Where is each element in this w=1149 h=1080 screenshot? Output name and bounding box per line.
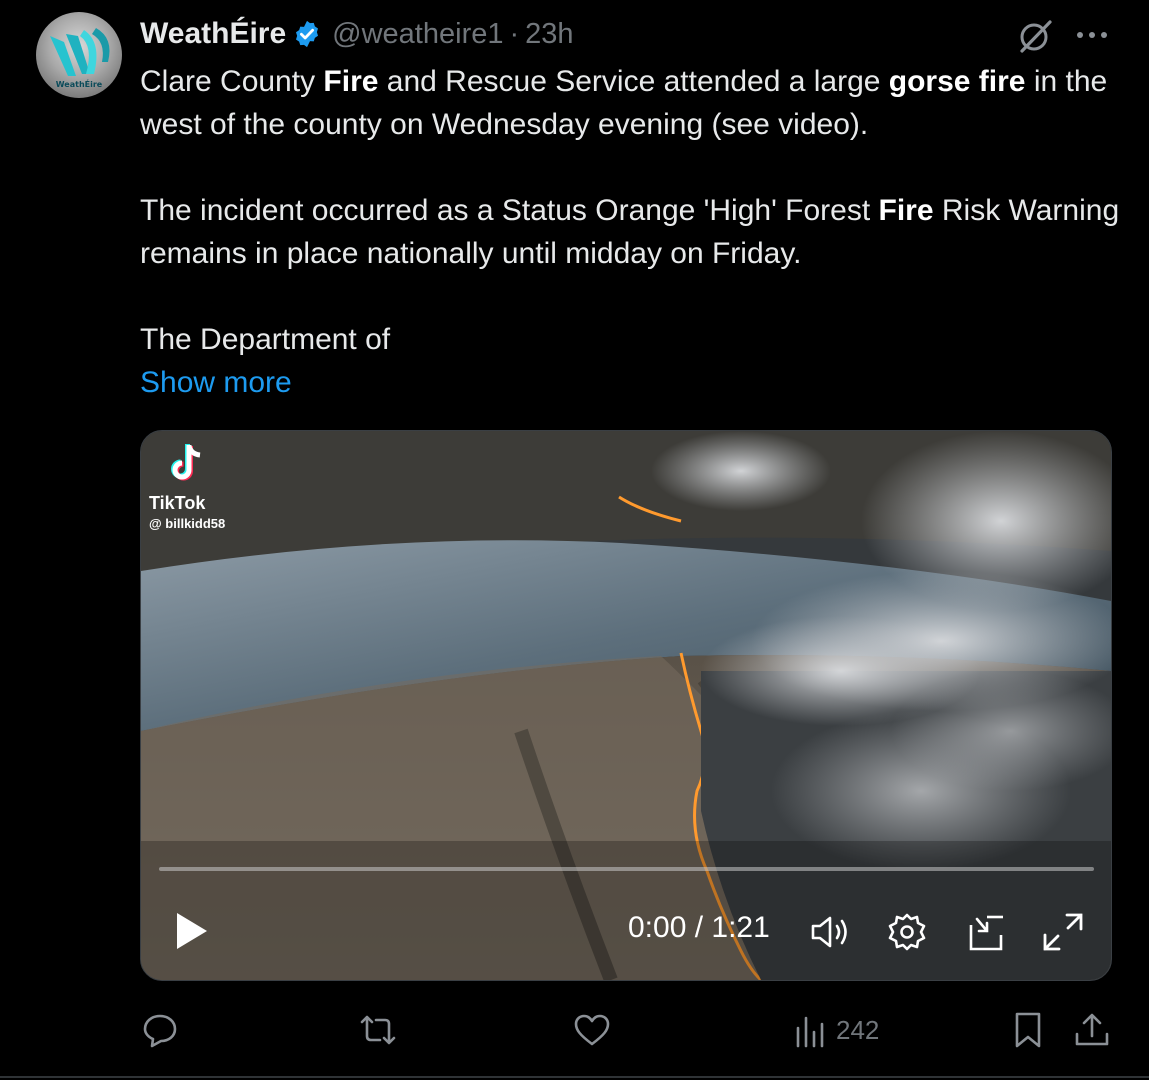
post-divider xyxy=(0,1076,1149,1078)
text-run: and Rescue Service attended a large xyxy=(378,65,889,98)
post-paragraph-1: Clare County Fire and Rescue Service att… xyxy=(140,60,1120,146)
separator: · xyxy=(509,17,520,50)
fullscreen-icon[interactable] xyxy=(1041,911,1085,953)
views-count: 242 xyxy=(836,1014,880,1045)
views-icon xyxy=(796,1016,824,1048)
retweet-icon[interactable] xyxy=(356,1010,400,1050)
text-run: The incident occurred as a Status Orange… xyxy=(140,194,879,227)
avatar-logo-text: WeathÉire xyxy=(55,80,103,89)
tiktok-brand: TikTok xyxy=(149,493,206,513)
video-frame xyxy=(141,431,1111,980)
video-progress-bar[interactable] xyxy=(159,867,1094,871)
post-header: WeathÉire @weatheire1 · 23h xyxy=(140,14,574,54)
video-player[interactable]: TikTok @ billkidd58 0:00 / 1:21 xyxy=(140,430,1112,981)
bookmark-icon[interactable] xyxy=(1008,1010,1048,1050)
like-icon[interactable] xyxy=(572,1010,612,1050)
avatar[interactable]: WeathÉire xyxy=(36,12,122,98)
highlight-term: gorse fire xyxy=(888,65,1026,98)
more-icon[interactable] xyxy=(1072,22,1112,48)
text-run: Clare County xyxy=(140,65,324,98)
highlight-term: Fire xyxy=(323,65,379,98)
post-paragraph-3: The Department of xyxy=(140,323,391,356)
share-icon[interactable] xyxy=(1072,1010,1112,1050)
author-display-name[interactable]: WeathÉire xyxy=(140,17,286,51)
tiktok-logo-icon xyxy=(171,444,201,481)
post-time[interactable]: 23h xyxy=(525,18,573,51)
verified-icon xyxy=(296,20,319,48)
author-handle[interactable]: @weatheire1 xyxy=(332,18,503,51)
video-timecode: 0:00 / 1:21 xyxy=(628,911,770,944)
post-paragraph-2: The incident occurred as a Status Orange… xyxy=(140,189,1120,275)
settings-icon[interactable] xyxy=(887,912,927,952)
pip-icon[interactable] xyxy=(967,913,1007,953)
show-more-link[interactable]: Show more xyxy=(140,361,1120,404)
tiktok-username: @ billkidd58 xyxy=(149,516,226,531)
post-text: Clare County Fire and Rescue Service att… xyxy=(140,60,1120,404)
play-icon[interactable] xyxy=(171,909,211,953)
grok-icon[interactable] xyxy=(1016,18,1056,54)
reply-icon[interactable] xyxy=(140,1010,180,1050)
views-button[interactable]: 242 xyxy=(792,1010,902,1050)
volume-icon[interactable] xyxy=(809,914,853,950)
highlight-term: Fire xyxy=(878,194,934,227)
